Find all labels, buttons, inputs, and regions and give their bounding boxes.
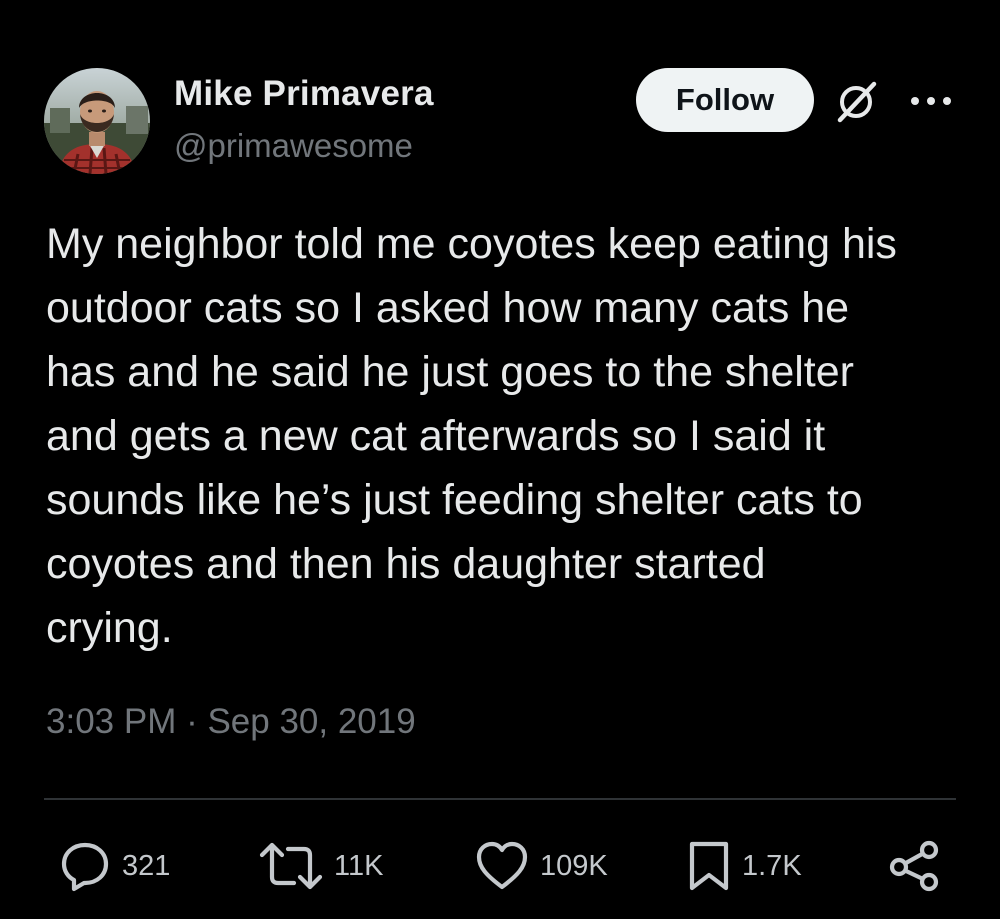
- tweet-text-line: crying.: [46, 604, 173, 652]
- retweet-icon: [259, 842, 323, 890]
- like-button[interactable]: 109K: [474, 838, 608, 894]
- like-count: 109K: [540, 849, 608, 882]
- avatar-image: [44, 68, 150, 174]
- tweet-text-line: coyotes and then his daughter started: [46, 540, 766, 588]
- display-name[interactable]: Mike Primavera: [174, 74, 434, 114]
- grok-icon[interactable]: [834, 78, 880, 124]
- more-icon[interactable]: [908, 94, 954, 108]
- bookmark-count: 1.7K: [742, 849, 802, 882]
- tweet-text-line: My neighbor told me coyotes keep eating …: [46, 220, 897, 268]
- like-icon: [476, 841, 528, 890]
- user-handle[interactable]: @primawesome: [174, 127, 413, 165]
- tweet-text-line: outdoor cats so I asked how many cats he: [46, 284, 850, 332]
- reply-icon: [61, 842, 109, 892]
- reply-button[interactable]: 321: [58, 838, 170, 894]
- bookmark-icon: [689, 841, 729, 891]
- follow-button[interactable]: Follow: [636, 68, 814, 132]
- timestamp[interactable]: 3:03 PM · Sep 30, 2019: [46, 702, 416, 742]
- reply-count: 321: [122, 849, 171, 882]
- share-button[interactable]: [888, 838, 942, 894]
- avatar[interactable]: [44, 68, 150, 174]
- tweet-text: My neighbor told me coyotes keep eating …: [46, 212, 966, 660]
- tweet-text-line: and gets a new cat afterwards so I said …: [46, 412, 826, 460]
- tweet-text-line: sounds like he’s just feeding shelter ca…: [46, 476, 863, 524]
- share-icon: [889, 840, 939, 892]
- retweet-button[interactable]: 11K: [258, 838, 383, 894]
- bookmark-button[interactable]: 1.7K: [686, 838, 802, 894]
- retweet-count: 11K: [334, 849, 384, 882]
- tweet-text-line: has and he said he just goes to the shel…: [46, 348, 854, 396]
- tweet: Mike Primavera @primawesome Follow My ne…: [0, 0, 1000, 919]
- divider: [44, 798, 956, 800]
